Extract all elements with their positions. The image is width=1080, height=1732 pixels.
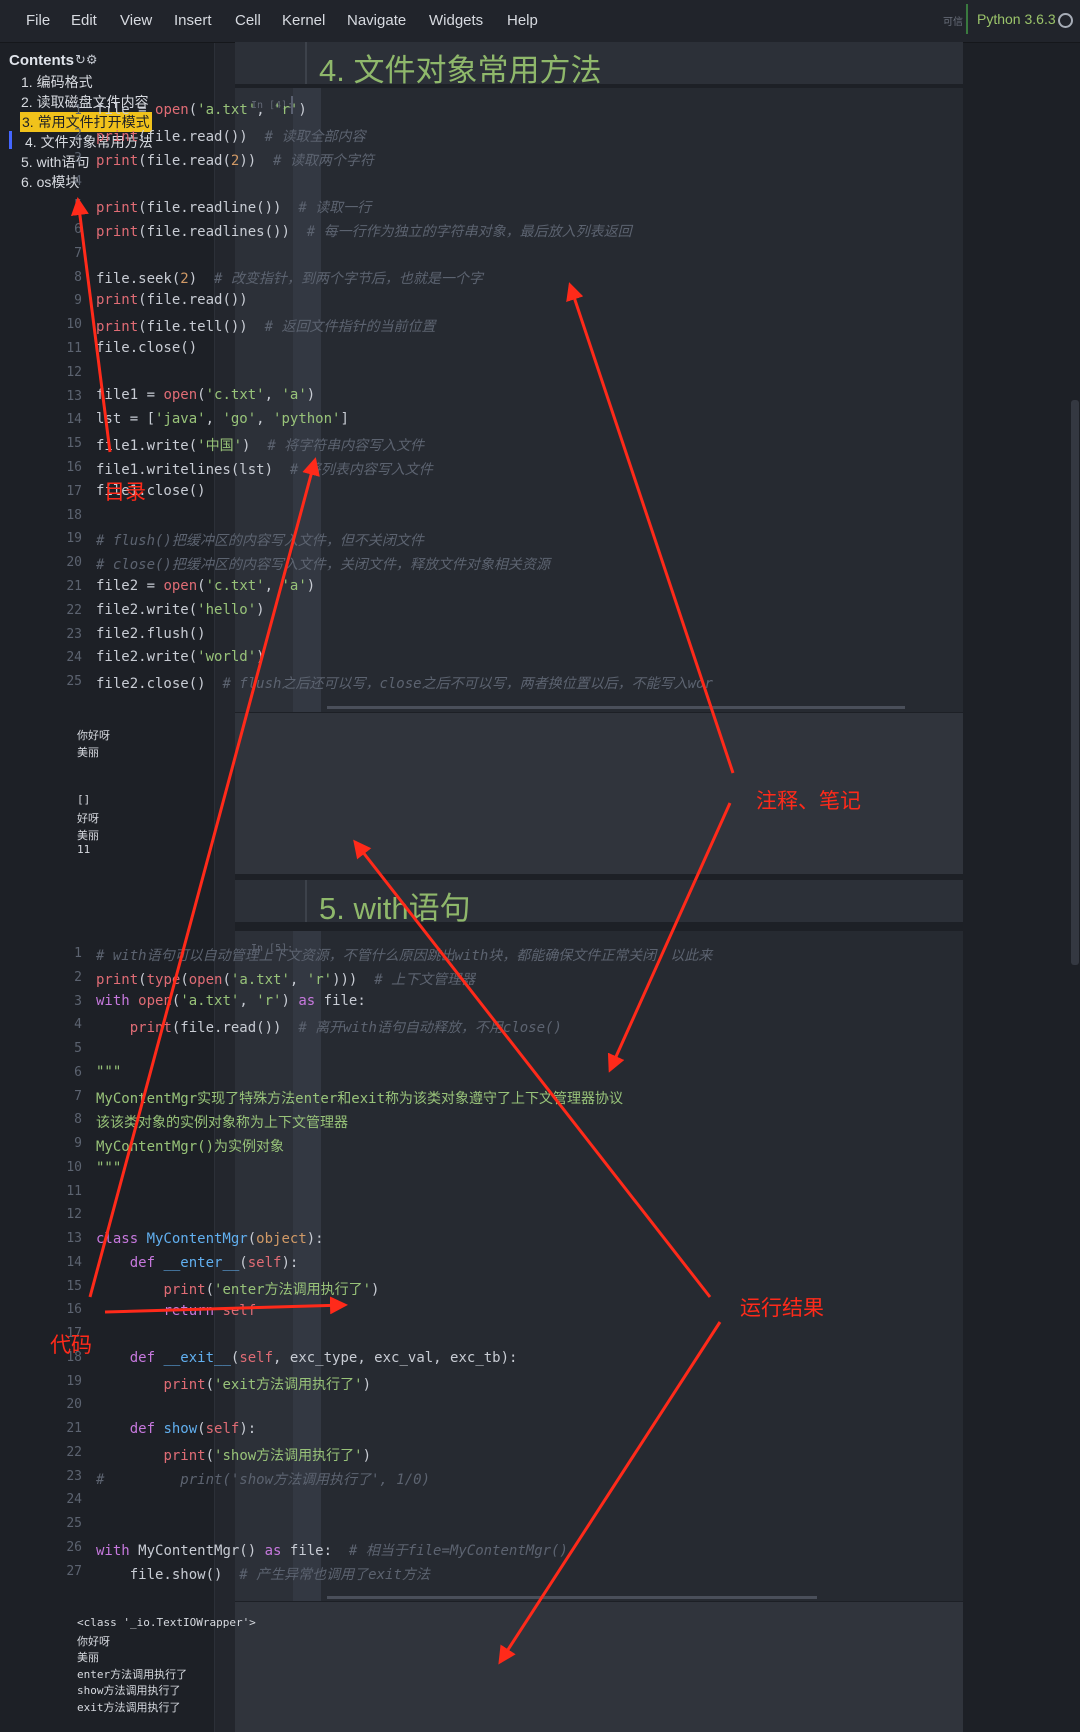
arrow-to-code-2 bbox=[104, 1296, 348, 1315]
annotation-notes-label: 注释、笔记 bbox=[756, 790, 861, 813]
annotation-result-label: 运行结果 bbox=[740, 1297, 824, 1320]
arrow-to-comment-1 bbox=[566, 282, 735, 774]
arrow-to-toc bbox=[70, 197, 112, 453]
arrow-to-docstring bbox=[607, 802, 732, 1073]
annotation-toc-label: 目录 bbox=[104, 481, 146, 504]
annotation-code-label: 代码 bbox=[50, 1334, 92, 1357]
arrow-to-output-2 bbox=[498, 1321, 722, 1665]
arrow-to-code-1 bbox=[88, 457, 320, 1298]
annotation-arrows bbox=[70, 197, 735, 1665]
arrow-to-output-1 bbox=[353, 839, 712, 1298]
